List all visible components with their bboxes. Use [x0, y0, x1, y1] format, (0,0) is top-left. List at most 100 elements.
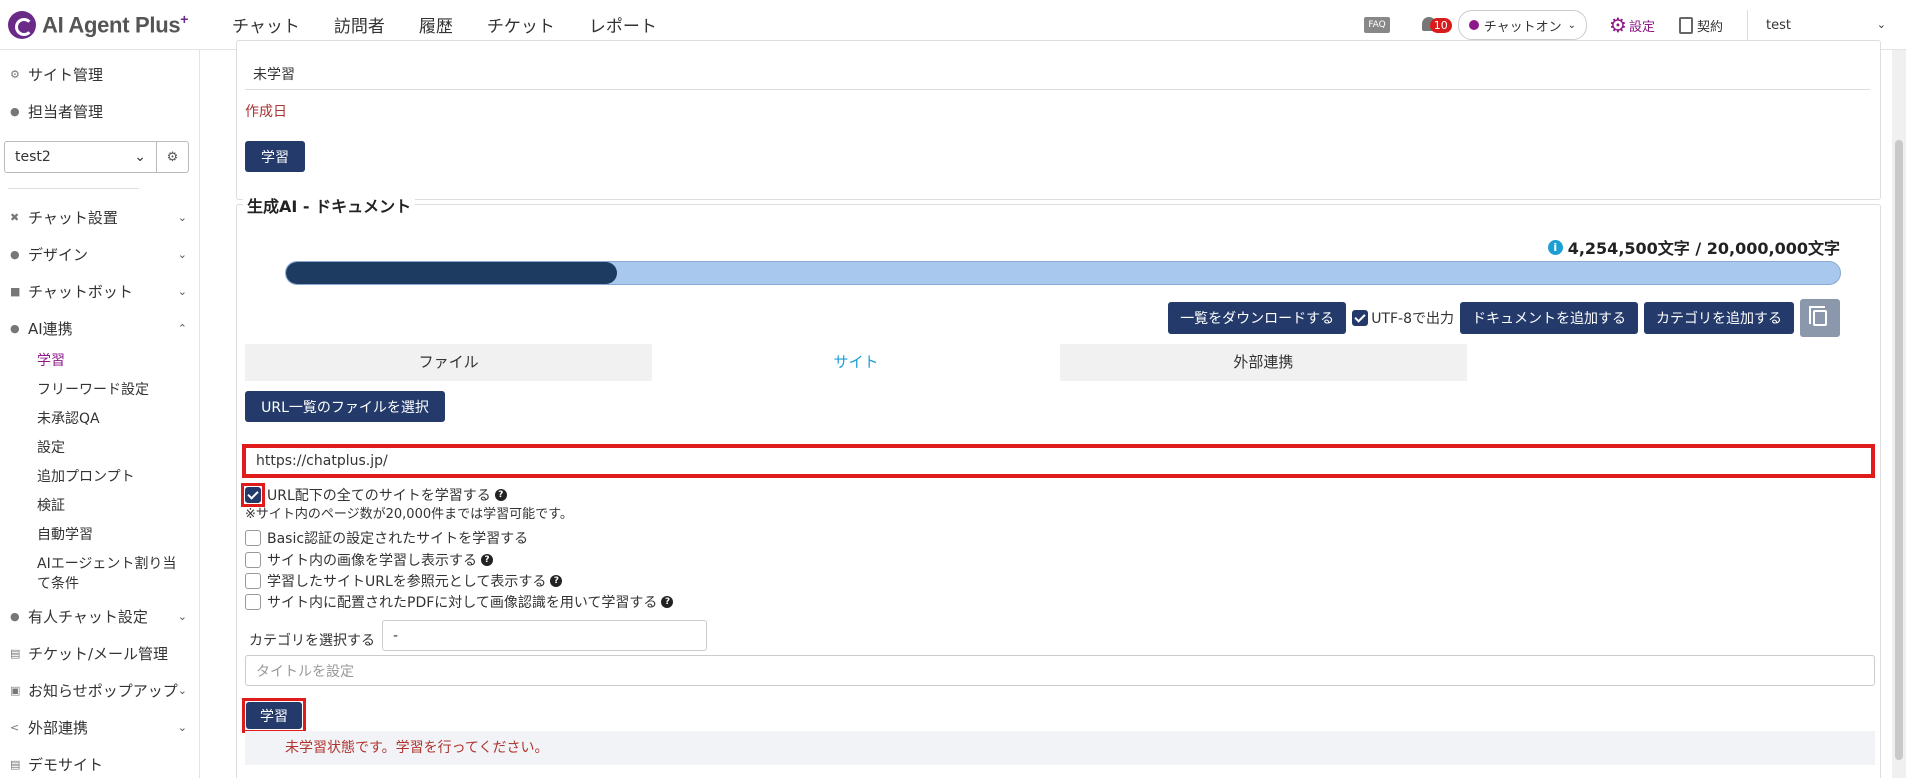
page-limit-note: ※サイト内のページ数が20,000件までは学習可能です。 — [245, 507, 573, 522]
sidebar-item-popup[interactable]: ▣ お知らせポップアップ ⌄ — [0, 672, 199, 709]
contract-label: 契約 — [1696, 19, 1723, 35]
download-list-button[interactable]: 一覧をダウンロードする — [1168, 302, 1347, 334]
faq-icon[interactable]: FAQ — [1364, 17, 1390, 33]
sidebar-item-design[interactable]: ● デザイン ⌄ — [0, 236, 199, 273]
sidebar-item-chatbot[interactable]: ■ チャットボット ⌄ — [0, 273, 199, 310]
highlight-box: 学習 — [242, 698, 306, 733]
info-icon: i — [1547, 239, 1563, 255]
page-scrollbar[interactable] — [1892, 50, 1906, 778]
contract-link[interactable]: 契約 — [1678, 16, 1723, 35]
site-dropdown[interactable]: test2 ⌄ — [4, 141, 157, 173]
utf8-checkbox[interactable] — [1352, 310, 1369, 326]
popup-icon: ▣ — [10, 684, 21, 697]
sidebar-item-human-chat[interactable]: ● 有人チャット設定 ⌄ — [0, 598, 199, 635]
sidebar-sub-verification[interactable]: 検証 — [0, 492, 199, 521]
gears-icon: ⚙ — [10, 68, 20, 81]
add-category-button[interactable]: カテゴリを追加する — [1644, 302, 1794, 334]
site-select: test2 ⌄ ⚙ — [4, 141, 189, 173]
chevron-down-icon: ⌄ — [1876, 17, 1886, 31]
quota-text: 4,254,500文字 / 20,000,000文字 — [1567, 239, 1840, 258]
user-name: test — [1766, 17, 1791, 33]
copy-button[interactable] — [1800, 299, 1840, 337]
notification-bell[interactable]: 10 — [1420, 16, 1452, 34]
nav-visitors[interactable]: 訪問者 — [334, 12, 385, 37]
sidebar-item-staff-management[interactable]: ● 担当者管理 — [0, 93, 199, 130]
sidebar: ⚙ サイト管理 ● 担当者管理 test2 ⌄ ⚙ ✖ チャット設置 ⌄ ● デザイン ⌄ ■… — [0, 50, 200, 778]
sidebar-item-ai[interactable]: ● AI連携 ⌃ — [0, 310, 199, 347]
sidebar-sub-freeword[interactable]: フリーワード設定 — [0, 376, 199, 405]
chevron-down-icon: ⌄ — [177, 684, 187, 697]
help-icon[interactable]: ? — [481, 554, 493, 566]
basic-auth-checkbox[interactable] — [245, 530, 261, 546]
pdf-ocr-label: サイト内に配置されたPDFに対して画像認識を用いて学習する — [267, 595, 658, 611]
chevron-up-icon: ⌃ — [177, 322, 187, 335]
usage-progress-bar — [285, 261, 1841, 285]
reference-url-checkbox[interactable] — [245, 573, 261, 589]
users-icon: ● — [10, 105, 20, 118]
sidebar-item-ticket-mail[interactable]: ▤ チケット/メール管理 — [0, 635, 199, 672]
site-settings-button[interactable]: ⚙ — [157, 141, 189, 173]
header-divider — [1747, 10, 1748, 40]
nav-chat[interactable]: チャット — [232, 12, 300, 37]
chevron-down-icon: ⌄ — [177, 211, 187, 224]
ticket-icon: ▤ — [10, 647, 21, 660]
sidebar-item-integration[interactable]: < 外部連携 ⌄ — [0, 709, 199, 746]
sidebar-sub-agent-assignment[interactable]: AIエージェント割り当て条件 — [0, 550, 199, 598]
category-select[interactable]: - — [382, 620, 707, 651]
settings-link[interactable]: ⚙ 設定 — [1609, 13, 1655, 37]
learn-button-top[interactable]: 学習 — [245, 141, 305, 172]
help-icon[interactable]: ? — [550, 575, 563, 587]
chevron-down-icon: ⌄ — [177, 610, 187, 623]
option-reference-url[interactable]: 学習したサイトURLを参照元として表示する ? — [245, 571, 563, 591]
learn-all-label: URL配下の全てのサイトを学習する — [267, 488, 491, 504]
sidebar-sub-auto-learning[interactable]: 自動学習 — [0, 521, 199, 550]
sidebar-sub-settings[interactable]: 設定 — [0, 434, 199, 463]
nav-reports[interactable]: レポート — [589, 12, 657, 37]
created-date-label: 作成日 — [245, 104, 287, 120]
pdf-ocr-checkbox[interactable] — [245, 594, 261, 610]
chevron-down-icon: ⌄ — [134, 149, 146, 165]
main-content: 未学習 作成日 学習 生成AI - ドキュメント i 4,254,500文字 /… — [200, 40, 1906, 778]
sidebar-item-site-management[interactable]: ⚙ サイト管理 — [0, 56, 199, 93]
demo-icon: ▤ — [10, 758, 21, 771]
learn-all-checkbox[interactable] — [245, 487, 261, 503]
nav-history[interactable]: 履歴 — [419, 12, 453, 37]
sidebar-item-demo-site[interactable]: ▤ デモサイト — [0, 746, 199, 778]
utf8-option[interactable]: UTF-8で出力 — [1352, 308, 1454, 328]
utf8-label: UTF-8で出力 — [1371, 311, 1454, 327]
previous-card: 未学習 作成日 学習 — [236, 40, 1881, 200]
add-document-button[interactable]: ドキュメントを追加する — [1460, 302, 1638, 334]
document-toolbar: 一覧をダウンロードする UTF-8で出力 ドキュメントを追加する カテゴリを追加… — [1162, 299, 1840, 337]
learn-button[interactable]: 学習 — [246, 702, 302, 729]
images-checkbox[interactable] — [245, 552, 261, 568]
title-input[interactable]: タイトルを設定 — [245, 655, 1875, 686]
category-label: カテゴリを選択する — [249, 633, 375, 649]
help-icon[interactable]: ? — [494, 489, 507, 501]
user-menu[interactable]: test ⌄ — [1766, 18, 1886, 33]
logo[interactable]: AI Agent Plus+ — [8, 10, 218, 39]
sidebar-sub-unapproved-qa[interactable]: 未承認QA — [0, 405, 199, 434]
sidebar-item-chat-setup[interactable]: ✖ チャット設置 ⌄ — [0, 199, 199, 236]
tab-site[interactable]: サイト — [652, 344, 1060, 381]
option-basic-auth[interactable]: Basic認証の設定されたサイトを学習する — [245, 528, 528, 548]
basic-auth-label: Basic認証の設定されたサイトを学習する — [267, 531, 529, 547]
help-icon[interactable]: ? — [661, 596, 674, 608]
option-images[interactable]: サイト内の画像を学習し表示する ? — [245, 550, 493, 570]
url-input[interactable]: https://chatplus.jp/ — [242, 444, 1875, 478]
option-pdf-ocr[interactable]: サイト内に配置されたPDFに対して画像認識を用いて学習する ? — [245, 592, 674, 612]
status-dot-icon — [1468, 20, 1479, 30]
select-url-file-button[interactable]: URL一覧のファイルを選択 — [245, 391, 445, 422]
headset-icon: ● — [10, 610, 20, 623]
usage-progress-fill — [286, 262, 617, 284]
sidebar-sub-additional-prompt[interactable]: 追加プロンプト — [0, 463, 199, 492]
logo-plus: + — [180, 10, 189, 27]
scrollbar-thumb[interactable] — [1895, 140, 1903, 760]
sidebar-sub-learning[interactable]: 学習 — [0, 347, 199, 376]
chat-status-dropdown[interactable]: チャットオン ⌄ — [1457, 10, 1588, 40]
tab-external[interactable]: 外部連携 — [1059, 344, 1467, 381]
tab-file[interactable]: ファイル — [245, 344, 653, 381]
notification-badge: 10 — [1429, 18, 1452, 33]
nav-tickets[interactable]: チケット — [487, 12, 555, 37]
ai-icon: ● — [10, 322, 20, 335]
top-nav: チャット 訪問者 履歴 チケット レポート — [232, 12, 691, 37]
